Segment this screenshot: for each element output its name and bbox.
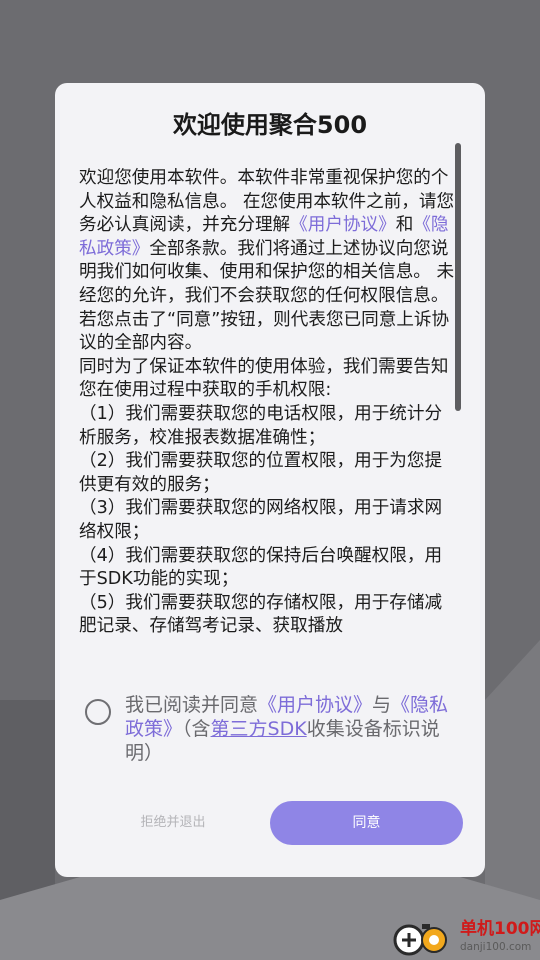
dialog-title: 欢迎使用聚合500 bbox=[172, 111, 368, 139]
consent-user-agreement-link[interactable]: 《用户协议》 bbox=[258, 694, 372, 716]
permission-item: （5）我们需要获取您的存储权限，用于存储减肥记录、存储驾考记录、获取播放 bbox=[79, 592, 443, 637]
permission-item: （2）我们需要获取您的位置权限，用于为您提供更有效的服务； bbox=[79, 451, 443, 495]
consent-radio[interactable] bbox=[85, 699, 111, 725]
reject-exit-button[interactable]: 拒绝并退出 bbox=[111, 801, 235, 845]
consent-and: 与 bbox=[372, 694, 392, 716]
permission-item: （1）我们需要获取您的电话权限，用于统计分析服务，校准报表数据准确性； bbox=[79, 403, 443, 448]
permission-intro: 同时为了保证本软件的使用体验，我们需要告知您在使用过程中获取的手机权限: bbox=[79, 356, 449, 401]
permission-item: （3）我们需要获取您的网络权限，用于请求网络权限； bbox=[79, 498, 443, 542]
consent-mid: （含 bbox=[182, 718, 211, 740]
consent-prefix: 我已阅读并同意 bbox=[125, 694, 259, 716]
privacy-dialog: 欢迎使用聚合500 欢迎您使用本软件。本软件非常重视保护您的个人权益和隐私信息。… bbox=[55, 83, 485, 877]
watermark: 单机100网 danji100.com bbox=[392, 918, 540, 960]
consent-text: 我已阅读并同意《用户协议》与《隐私政策》（含第三方SDK收集设备标识说明） bbox=[125, 693, 465, 765]
agreement-text[interactable]: 欢迎您使用本软件。本软件非常重视保护您的个人权益和隐私信息。 在您使用本软件之前… bbox=[79, 167, 459, 667]
user-agreement-link[interactable]: 《用户协议》 bbox=[290, 215, 396, 235]
watermark-logo-icon bbox=[393, 924, 447, 956]
watermark-name: 单机100网 bbox=[460, 919, 540, 939]
consent-row: 我已阅读并同意《用户协议》与《隐私政策》（含第三方SDK收集设备标识说明） bbox=[85, 693, 465, 773]
watermark-url: danji100.com bbox=[460, 941, 532, 953]
intro-paragraph: 欢迎您使用本软件。本软件非常重视保护您的个人权益和隐私信息。 在您使用本软件之前… bbox=[79, 167, 459, 356]
agree-button[interactable]: 同意 bbox=[270, 801, 463, 845]
permission-item: （4）我们需要获取您的保持后台唤醒权限，用于SDK功能的实现； bbox=[79, 545, 443, 590]
and-text: 和 bbox=[395, 215, 414, 236]
third-party-sdk-link[interactable]: 第三方SDK bbox=[211, 718, 307, 740]
scrollbar[interactable] bbox=[455, 143, 461, 411]
